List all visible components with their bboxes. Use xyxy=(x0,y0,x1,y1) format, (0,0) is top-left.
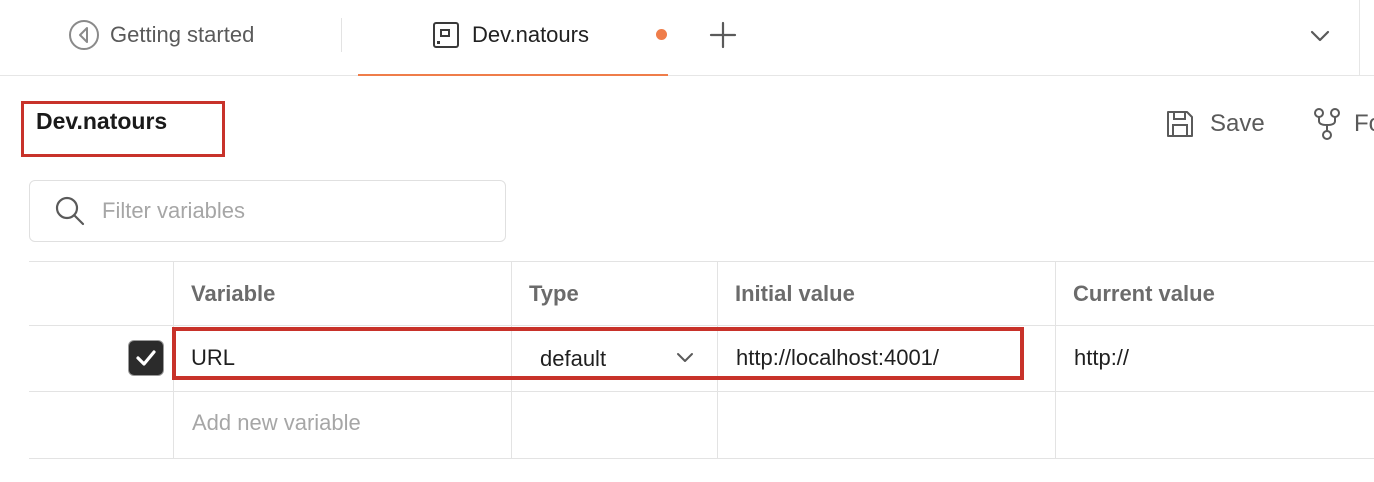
save-label: Save xyxy=(1210,110,1265,137)
filter-variables-input[interactable] xyxy=(100,197,484,225)
current-value-cell[interactable]: http:// xyxy=(1074,345,1129,371)
save-button[interactable]: Save xyxy=(1164,106,1265,142)
getting-started-icon xyxy=(68,19,100,51)
table-top-border xyxy=(29,261,1374,262)
column-header-initial-value: Initial value xyxy=(735,281,855,306)
column-header-variable: Variable xyxy=(191,281,276,306)
environment-icon xyxy=(432,20,462,50)
save-icon xyxy=(1164,108,1196,140)
table-row-border xyxy=(29,391,1374,392)
variable-enabled-checkbox[interactable] xyxy=(129,341,163,375)
plus-icon xyxy=(709,21,737,49)
chevron-down-icon xyxy=(1310,30,1330,42)
tab-label: Getting started xyxy=(110,22,255,47)
pane-divider xyxy=(1359,0,1360,75)
fork-label: Fo xyxy=(1354,110,1374,137)
tab-dev-natours[interactable]: Dev.natours xyxy=(358,0,668,76)
search-icon xyxy=(55,196,85,226)
tab-divider xyxy=(341,18,342,52)
tab-list-dropdown[interactable] xyxy=(1306,22,1334,50)
tab-label: Dev.natours xyxy=(472,22,589,47)
checkmark-icon xyxy=(136,350,156,366)
fork-icon xyxy=(1312,107,1342,141)
table-header-border xyxy=(29,325,1374,326)
highlight-annotation xyxy=(21,101,225,157)
unsaved-changes-dot xyxy=(656,29,667,40)
column-divider xyxy=(1055,261,1056,459)
column-header-current-value: Current value xyxy=(1073,281,1215,306)
tab-getting-started[interactable]: Getting started xyxy=(68,18,254,52)
active-tab-indicator xyxy=(358,74,668,76)
filter-variables-box[interactable] xyxy=(29,180,506,242)
fork-button[interactable]: Fo xyxy=(1312,106,1374,142)
column-header-type: Type xyxy=(529,281,579,306)
highlight-annotation xyxy=(172,327,1024,380)
add-new-variable-input[interactable]: Add new variable xyxy=(192,410,361,436)
table-bottom-border xyxy=(29,458,1374,459)
new-tab-button[interactable] xyxy=(708,20,738,50)
